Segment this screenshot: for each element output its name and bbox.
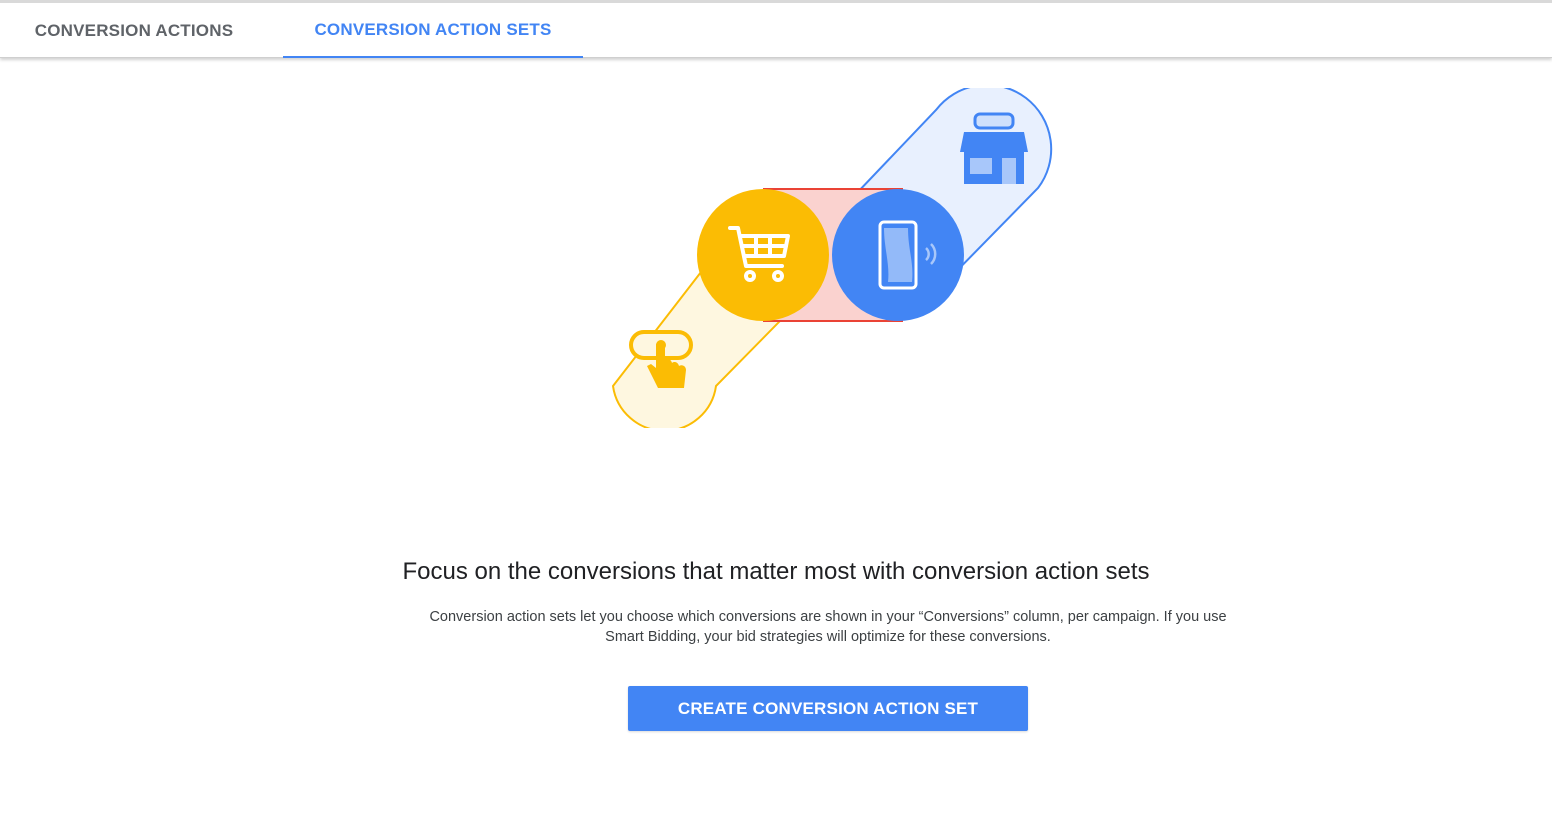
conversion-sets-illustration bbox=[611, 88, 1053, 428]
tab-bar: CONVERSION ACTIONS CONVERSION ACTION SET… bbox=[0, 0, 1552, 58]
description-line-2: Smart Bidding, your bid strategies will … bbox=[605, 628, 1051, 645]
empty-state-headline: Focus on the conversions that matter mos… bbox=[402, 558, 1150, 585]
tab-conversion-actions[interactable]: CONVERSION ACTIONS bbox=[0, 3, 268, 58]
tab-conversion-action-sets[interactable]: CONVERSION ACTION SETS bbox=[283, 3, 583, 58]
empty-state-description: Conversion action sets let you choose wh… bbox=[376, 608, 1280, 647]
create-conversion-action-set-button[interactable]: CREATE CONVERSION ACTION SET bbox=[628, 686, 1028, 731]
description-line-1: Conversion action sets let you choose wh… bbox=[429, 609, 1227, 625]
